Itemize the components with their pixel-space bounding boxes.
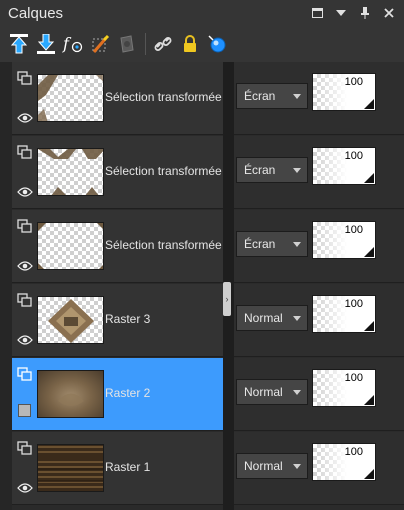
svg-text:f: f [62,34,72,53]
panel-splitter-handle[interactable]: › [223,282,231,316]
blend-mode-dropdown[interactable]: Écran [236,83,308,109]
blend-mode-dropdown[interactable]: Normal [236,305,308,331]
lock-icon[interactable] [179,33,201,55]
layer-row[interactable]: Raster 3 Normal 100 [12,284,404,358]
layers-toolbar: f [0,26,404,62]
opacity-value: 100 [344,150,363,162]
layer-name: Sélection transformée [105,238,222,252]
layer-thumbnail [37,370,104,418]
pin-icon[interactable] [356,4,374,22]
blend-mode-label: Normal [244,311,283,325]
layer-name: Raster 1 [105,460,151,474]
layer-row[interactable]: Sélection transformée Écran 100 [12,62,404,136]
opacity-control[interactable]: 100 [312,221,376,259]
chevron-down-icon [293,241,301,247]
opacity-control[interactable]: 100 [312,295,376,333]
panel-title: Calques [8,4,64,22]
layer-group-icon[interactable] [17,367,33,381]
restore-icon[interactable] [308,4,326,22]
link-icon[interactable] [152,33,174,55]
layer-name: Raster 2 [105,386,151,400]
visibility-eye-icon[interactable] [17,111,33,123]
layer-name: Sélection transformée [105,90,222,104]
blend-mode-label: Écran [244,163,276,177]
blend-mode-label: Normal [244,459,283,473]
layer-thumbnail [37,296,104,344]
layer-row[interactable]: Sélection transformée Écran 100 [12,136,404,210]
layer-thumbnail [37,444,104,492]
move-layer-up-icon[interactable] [8,33,30,55]
chevron-down-icon [293,93,301,99]
mask-icon[interactable] [116,33,138,55]
dropdown-icon[interactable] [332,4,350,22]
edit-selection-icon[interactable] [89,33,111,55]
chevron-down-icon [293,315,301,321]
opacity-control[interactable]: 100 [312,369,376,407]
layer-thumbnail [37,74,104,122]
layer-name: Raster 3 [105,312,151,326]
visibility-eye-icon[interactable] [17,259,33,271]
opacity-control[interactable]: 100 [312,147,376,185]
layer-row[interactable]: Raster 1 Normal 100 [12,432,404,506]
highlight-icon[interactable] [206,33,228,55]
chevron-down-icon [293,463,301,469]
blend-mode-dropdown[interactable]: Écran [236,231,308,257]
opacity-value: 100 [344,298,363,310]
blend-mode-label: Écran [244,237,276,251]
layer-group-icon[interactable] [17,145,33,159]
toolbar-separator [145,33,146,55]
opacity-control[interactable]: 100 [312,73,376,111]
visibility-toggle-box[interactable] [18,404,31,417]
opacity-value: 100 [344,446,363,458]
panel-titlebar: Calques [0,0,404,26]
blend-mode-dropdown[interactable]: Écran [236,157,308,183]
layer-thumbnail [37,148,104,196]
layer-effects-icon[interactable]: f [62,33,84,55]
opacity-control[interactable]: 100 [312,443,376,481]
close-icon[interactable] [380,4,398,22]
layer-name: Sélection transformée [105,164,222,178]
layer-group-icon[interactable] [17,219,33,233]
opacity-value: 100 [344,76,363,88]
layer-row-selected[interactable]: Raster 2 Normal 100 [12,358,404,432]
layers-list: Sélection transformée Écran 100 Sélectio… [0,62,404,510]
layer-group-icon[interactable] [17,71,33,85]
blend-mode-dropdown[interactable]: Normal [236,453,308,479]
visibility-eye-icon[interactable] [17,185,33,197]
blend-mode-label: Normal [244,385,283,399]
chevron-down-icon [293,167,301,173]
layer-group-icon[interactable] [17,293,33,307]
blend-mode-dropdown[interactable]: Normal [236,379,308,405]
blend-mode-label: Écran [244,89,276,103]
visibility-eye-icon[interactable] [17,333,33,345]
chevron-down-icon [293,389,301,395]
opacity-value: 100 [344,224,363,236]
layer-row[interactable]: Sélection transformée Écran 100 [12,210,404,284]
layer-thumbnail [37,222,104,270]
layer-group-icon[interactable] [17,441,33,455]
opacity-value: 100 [344,372,363,384]
move-layer-down-icon[interactable] [35,33,57,55]
visibility-eye-icon[interactable] [17,481,33,493]
